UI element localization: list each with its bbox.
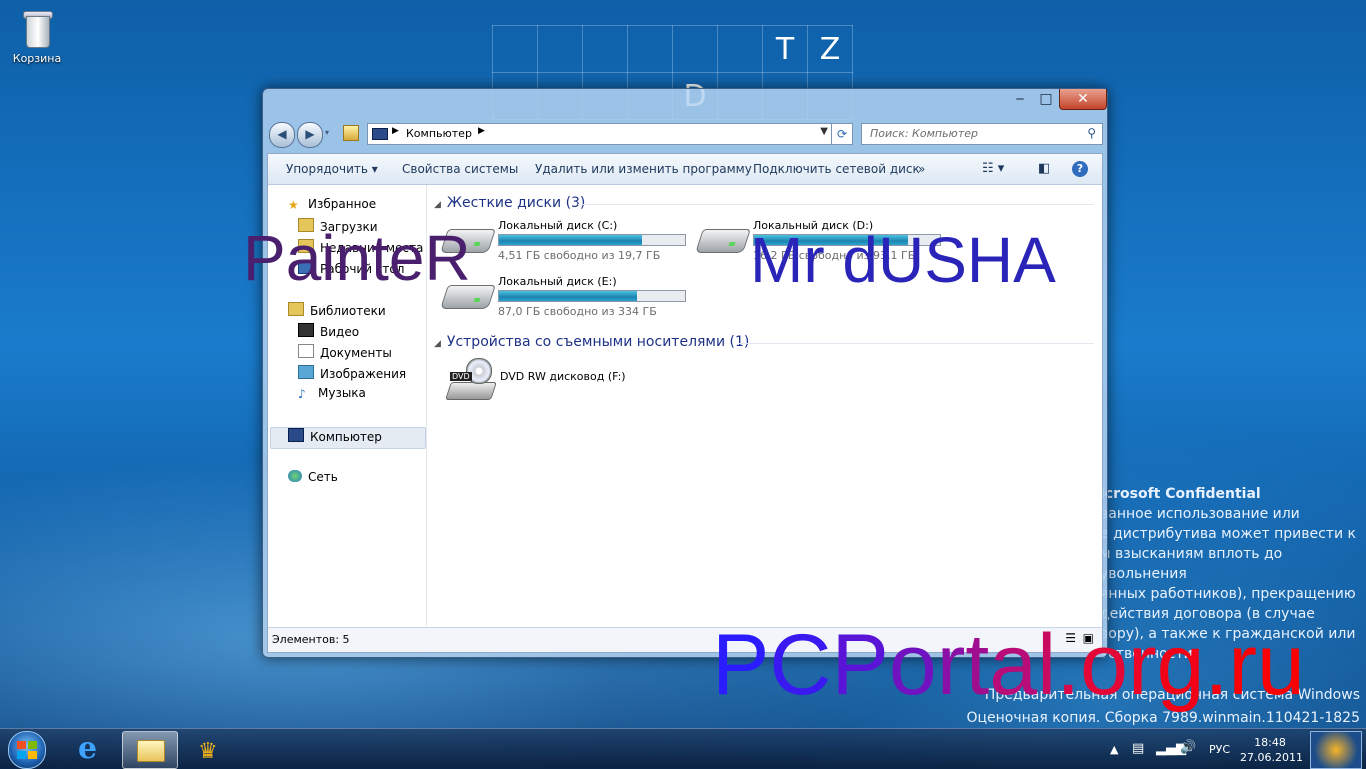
drive-name: Локальный диск (C:) — [498, 219, 618, 232]
command-bar: Упорядочить ▾ Свойства системы Удалить и… — [268, 154, 1102, 185]
nav-item-pictures[interactable]: Изображения — [298, 365, 406, 381]
internet-explorer-icon: e — [78, 731, 98, 766]
star-icon: ★ — [288, 198, 299, 212]
preview-pane-icon[interactable]: ◧ — [1038, 161, 1050, 176]
crown-icon: ♛ — [198, 739, 218, 764]
maximize-button[interactable]: □ — [1033, 89, 1059, 109]
nav-item-documents[interactable]: Документы — [298, 344, 392, 360]
nav-item-video[interactable]: Видео — [298, 323, 359, 339]
organize-button[interactable]: Упорядочить ▾ — [286, 162, 378, 176]
system-properties-button[interactable]: Свойства системы — [402, 162, 518, 176]
drive-free-space: 4,51 ГБ свободно из 19,7 ГБ — [498, 249, 661, 262]
recycle-bin-icon — [22, 8, 53, 48]
show-desktop-button[interactable] — [1310, 731, 1362, 769]
address-bar[interactable]: ▶ Компьютер ▶ ▼ ⟳ — [367, 123, 853, 145]
nav-item-favorites[interactable]: ★ Избранное — [288, 197, 376, 212]
overlay-pcportal: PCPortal.org.ru — [712, 617, 1305, 713]
drive-e[interactable]: Локальный диск (E:) 87,0 ГБ свободно из … — [440, 275, 686, 325]
clock-date: 27.06.2011 — [1240, 751, 1303, 764]
item-count: Элементов: 5 — [272, 633, 350, 646]
clock-time: 18:48 — [1254, 736, 1286, 749]
recent-pages-chevron-icon[interactable]: ▾ — [325, 128, 329, 137]
drive-c[interactable]: Локальный диск (C:) 4,51 ГБ свободно из … — [440, 219, 686, 269]
back-arrow-icon[interactable]: ◀ — [269, 122, 295, 148]
group-divider — [738, 343, 1094, 344]
help-icon[interactable]: ? — [1072, 161, 1088, 177]
minimize-button[interactable]: ‒ — [1007, 89, 1033, 109]
search-icon[interactable]: ⚲ — [1087, 126, 1096, 140]
overlay-painter: PainteR — [243, 222, 471, 294]
dvd-drive-name[interactable]: DVD RW дисковод (F:) — [500, 370, 626, 383]
forward-arrow-icon[interactable]: ▶ — [297, 122, 323, 148]
group-header-removable[interactable]: ◢ Устройства со съемными носителями (1) — [434, 334, 749, 350]
close-button[interactable]: ✕ — [1059, 89, 1107, 110]
recycle-bin-shortcut[interactable]: Корзина — [8, 6, 66, 65]
navigation-bar: ◀ ▶ ▾ ▶ Компьютер ▶ ▼ ⟳ Поиск: Компьютер… — [269, 121, 1103, 148]
drive-name: Локальный диск (E:) — [498, 275, 617, 288]
uninstall-program-button[interactable]: Удалить или изменить программу — [535, 162, 752, 176]
start-button[interactable] — [8, 731, 46, 769]
explorer-taskbar-button[interactable] — [122, 731, 178, 769]
address-dropdown-icon[interactable]: ▼ — [820, 126, 828, 137]
breadcrumb-chevron-icon[interactable]: ▶ — [478, 126, 485, 136]
map-network-drive-button[interactable]: Подключить сетевой диск — [753, 162, 920, 176]
nav-item-computer[interactable]: Компьютер — [288, 428, 382, 444]
up-folder-icon[interactable] — [343, 125, 359, 141]
group-header-hard-disks[interactable]: ◢ Жесткие диски (3) — [434, 195, 585, 211]
nav-item-music[interactable]: ♪ Музыка — [298, 386, 366, 401]
nav-item-libraries[interactable]: Библиотеки — [288, 302, 386, 318]
libraries-icon — [288, 302, 304, 316]
overlay-mr-dusha: Mr dUSHA — [750, 224, 1056, 296]
language-indicator[interactable]: РУС — [1209, 743, 1230, 756]
recycle-bin-label: Корзина — [12, 52, 62, 65]
computer-icon — [288, 428, 304, 442]
hard-drive-icon — [695, 229, 751, 253]
folder-icon — [137, 740, 165, 762]
computer-icon — [372, 128, 388, 140]
documents-icon — [298, 344, 314, 358]
breadcrumb-chevron-icon[interactable]: ▶ — [392, 126, 399, 136]
network-icon — [288, 470, 302, 482]
group-divider — [578, 204, 1094, 205]
device-icon[interactable]: ▤ — [1132, 741, 1144, 756]
collapse-arrow-icon[interactable]: ◢ — [434, 200, 441, 210]
refresh-icon[interactable]: ⟳ — [831, 124, 852, 144]
show-hidden-icons-icon[interactable]: ▲ — [1110, 743, 1118, 756]
video-icon — [298, 323, 314, 337]
pictures-icon — [298, 365, 314, 379]
drive-usage-bar — [498, 290, 686, 302]
search-input[interactable]: Поиск: Компьютер ⚲ — [861, 123, 1103, 145]
clock[interactable]: 18:48 27.06.2011 — [1240, 735, 1303, 765]
nav-item-network[interactable]: Сеть — [288, 470, 338, 484]
taskbar: e ♛ ▲ ▤ ▂▄▆ 🔊 РУС 18:48 27.06.2011 — [0, 728, 1366, 769]
drive-free-space: 87,0 ГБ свободно из 334 ГБ — [498, 305, 657, 318]
title-bar[interactable]: ‒ □ ✕ — [263, 89, 1107, 119]
dvd-drive-icon[interactable]: DVD — [445, 358, 497, 400]
breadcrumb-computer[interactable]: Компьютер — [406, 127, 472, 140]
app-taskbar-button[interactable]: ♛ — [184, 731, 238, 767]
search-placeholder: Поиск: Компьютер — [870, 127, 978, 140]
music-icon: ♪ — [298, 387, 306, 401]
drive-usage-bar — [498, 234, 686, 246]
explorer-window: ‒ □ ✕ ◀ ▶ ▾ ▶ Компьютер ▶ ▼ ⟳ Поиск: Ком… — [262, 88, 1108, 658]
volume-icon[interactable]: 🔊 — [1180, 740, 1196, 755]
view-options-icon[interactable]: ☷ ▾ — [982, 161, 1004, 176]
collapse-arrow-icon[interactable]: ◢ — [434, 339, 441, 349]
internet-explorer-taskbar-button[interactable]: e — [62, 731, 116, 767]
more-commands-button[interactable]: » — [918, 162, 925, 176]
